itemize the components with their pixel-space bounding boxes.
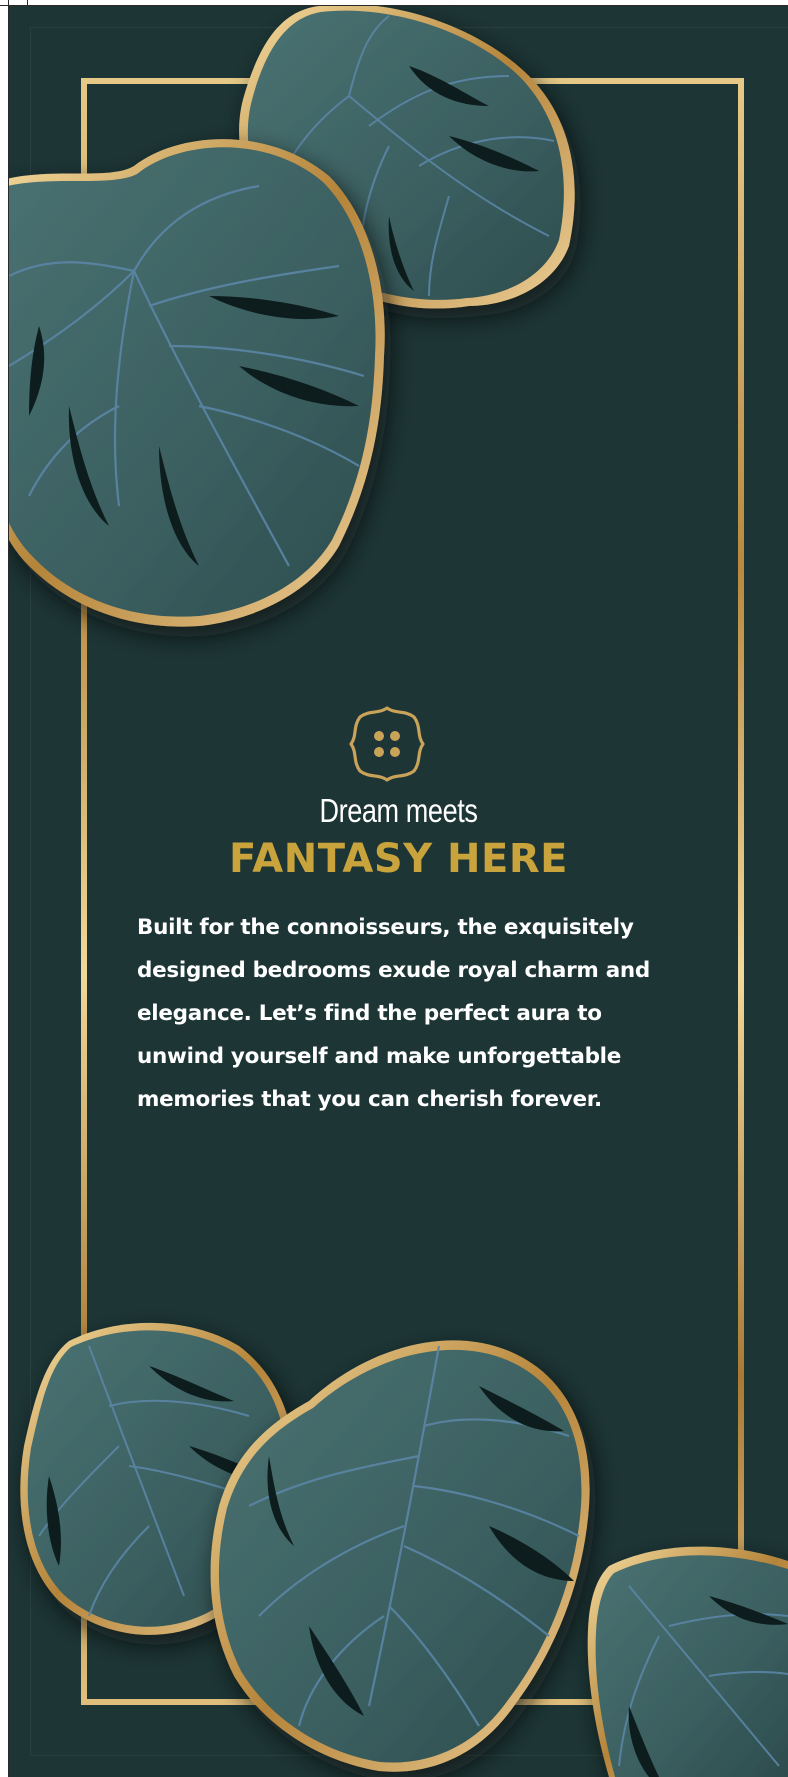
poster-canvas: Dream meets FANTASY HERE Built for the c…: [9, 6, 788, 1777]
leaf-decorations: [9, 6, 788, 1777]
monstera-leaf-icon: [9, 139, 385, 627]
monstera-leaf-icon: [587, 1546, 788, 1777]
four-dots-badge-icon: [349, 706, 425, 782]
body-paragraph: Built for the connoisseurs, the exquisit…: [137, 915, 651, 1112]
headline: FANTASY HERE: [229, 836, 568, 882]
subtitle: Dream meets: [319, 792, 478, 829]
